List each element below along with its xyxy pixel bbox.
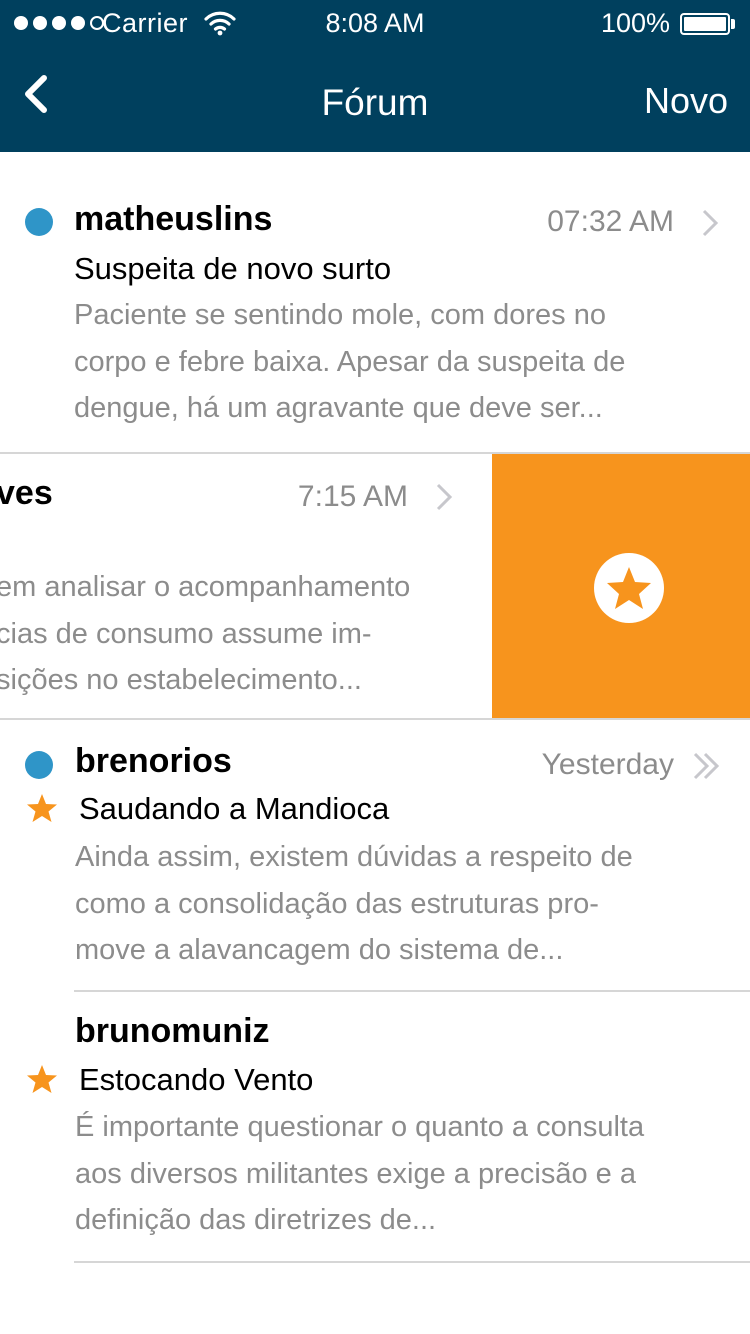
favorite-action-button[interactable] [492, 454, 750, 720]
page-title: Fórum [321, 82, 429, 123]
chevron-right-icon [436, 483, 453, 511]
forum-post-row[interactable]: brenorios Yesterday Saudando a Mandioca … [0, 720, 750, 992]
top-bar: Carrier 8:08 AM 100% Fórum Novo [0, 0, 750, 152]
post-subject: Saudando a Mandioca [79, 791, 390, 826]
double-chevron-right-icon [693, 752, 720, 780]
battery-icon [680, 13, 730, 35]
post-preview: Ainda assim, existem dúvidas a respeito … [75, 841, 633, 966]
post-author: ves [0, 474, 53, 512]
unread-indicator [25, 208, 53, 236]
post-preview: É importante questionar o quanto a consu… [75, 1111, 645, 1236]
new-post-button[interactable]: Novo [644, 80, 728, 122]
star-icon [27, 794, 57, 822]
post-preview: Paciente se sentindo mole, com dores no c… [74, 299, 626, 424]
battery-percentage: 100% [600, 8, 670, 38]
favorite-star-icon [594, 553, 664, 623]
chevron-right-icon [702, 209, 719, 237]
post-time: 07:32 AM [547, 205, 674, 238]
forum-post-row-swiped[interactable]: ves 7:15 AM em analisar o acompanhamento… [0, 454, 750, 720]
row-divider [74, 1261, 750, 1263]
post-preview: em analisar o acompanhamento cias de cons… [0, 571, 411, 696]
forum-post-row[interactable]: brunomuniz Estocando Vento É importante … [0, 992, 750, 1263]
post-author: matheuslins [74, 200, 273, 238]
post-time: Yesterday [541, 748, 674, 781]
status-bar: Carrier 8:08 AM 100% [0, 0, 750, 48]
forum-post-row[interactable]: matheuslins 07:32 AM Suspeita de novo su… [0, 152, 750, 454]
battery-tip [731, 19, 735, 29]
star-icon [27, 1065, 57, 1093]
post-author: brenorios [75, 742, 232, 780]
post-subject: Estocando Vento [79, 1062, 314, 1097]
post-time: 7:15 AM [297, 480, 408, 513]
unread-indicator [25, 751, 53, 779]
post-subject: Suspeita de novo surto [74, 251, 392, 286]
post-author: brunomuniz [75, 1012, 270, 1050]
